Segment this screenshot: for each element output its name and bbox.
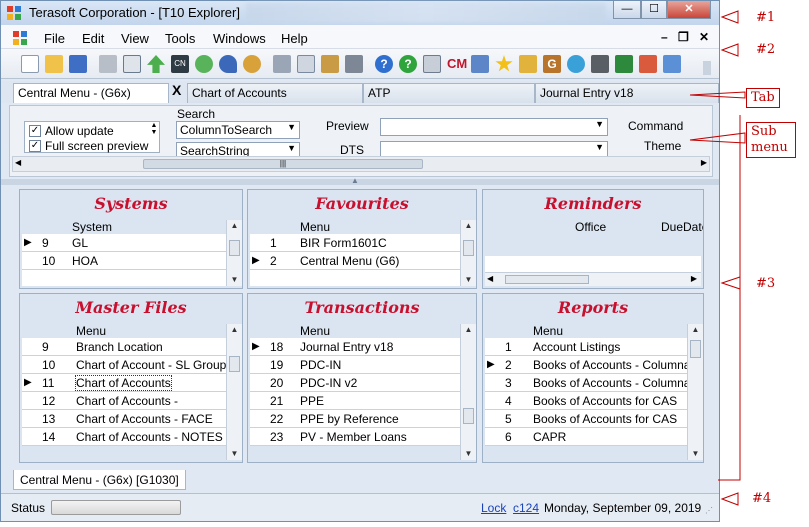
annotation-3: #3 (756, 276, 776, 291)
annotation-lines (689, 10, 746, 506)
annotation-2: #2 (756, 42, 776, 57)
annotation-tab: Tab (746, 88, 780, 108)
annotation-submenu: Sub menu (746, 122, 796, 158)
annotation-4: #4 (752, 491, 772, 506)
annotation-1: #1 (756, 10, 776, 25)
